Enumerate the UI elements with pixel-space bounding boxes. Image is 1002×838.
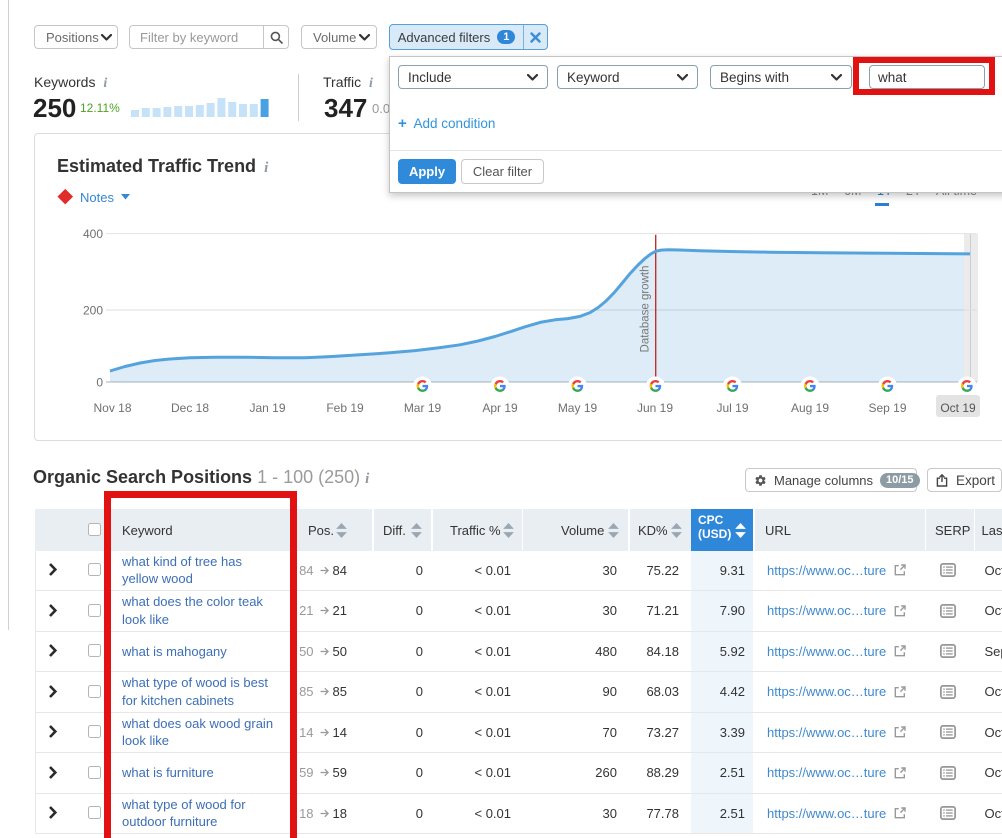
- svg-text:Apr 19: Apr 19: [482, 401, 518, 415]
- svg-text:Nov 18: Nov 18: [93, 401, 131, 415]
- svg-text:Jan 19: Jan 19: [249, 401, 285, 415]
- svg-text:Oct 19: Oct 19: [940, 401, 976, 415]
- svg-text:May 19: May 19: [558, 401, 598, 415]
- svg-text:0: 0: [96, 376, 103, 390]
- svg-text:400: 400: [83, 227, 103, 241]
- svg-text:200: 200: [83, 304, 103, 318]
- svg-text:Mar 19: Mar 19: [404, 401, 442, 415]
- svg-text:Jul 19: Jul 19: [716, 401, 748, 415]
- svg-text:Sep 19: Sep 19: [868, 401, 906, 415]
- svg-text:Database growth: Database growth: [640, 266, 652, 353]
- svg-text:Jun 19: Jun 19: [637, 401, 673, 415]
- svg-text:Dec 18: Dec 18: [171, 401, 209, 415]
- svg-text:Feb 19: Feb 19: [326, 401, 364, 415]
- svg-text:Aug 19: Aug 19: [791, 401, 829, 415]
